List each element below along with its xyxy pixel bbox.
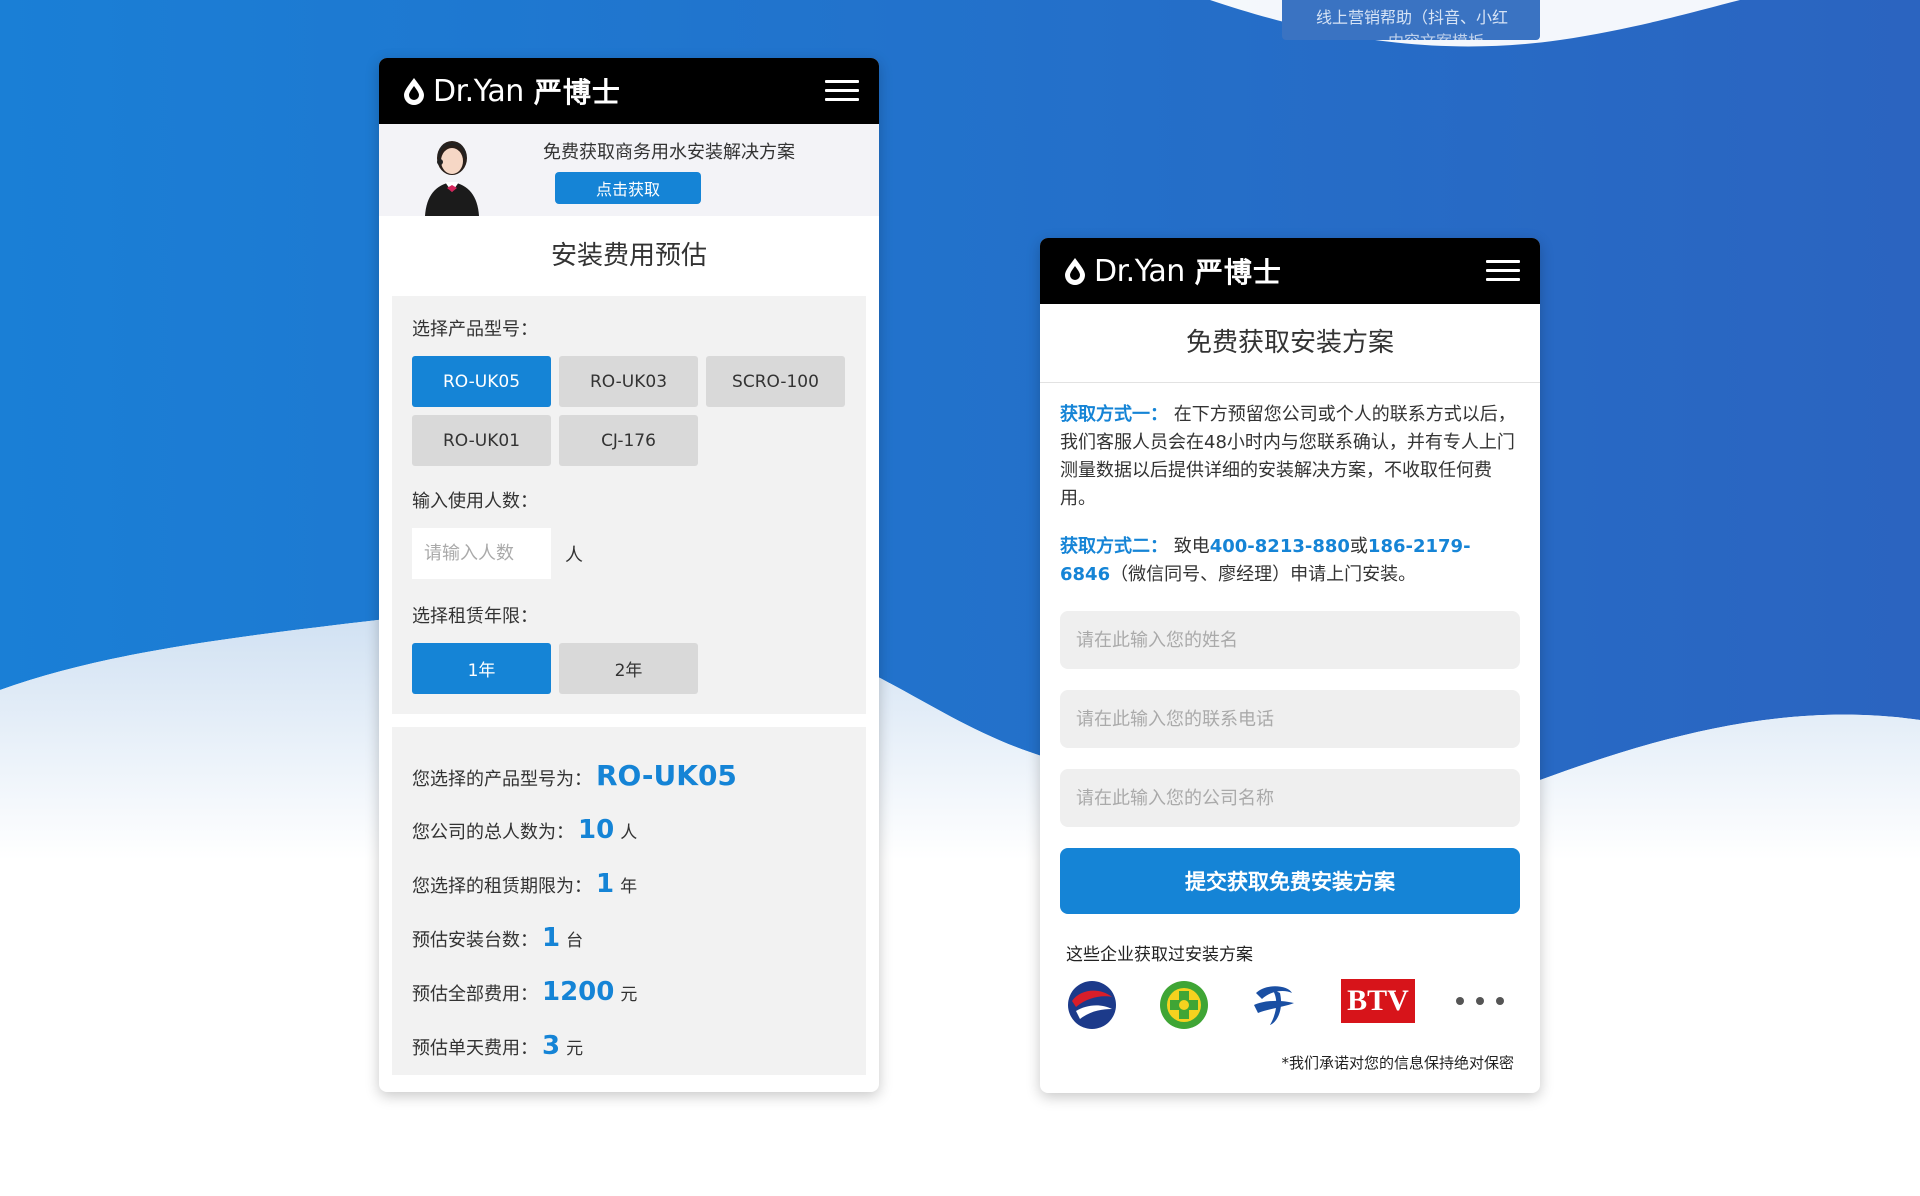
people-label: 输入使用人数：: [412, 491, 538, 512]
result-model-value: RO-UK05: [596, 759, 737, 792]
droplet-logo-icon: [1065, 258, 1085, 285]
estimator-title: 安装费用预估: [550, 241, 707, 271]
more-dots-icon[interactable]: [1454, 995, 1506, 1007]
product-option-ro-uk05[interactable]: RO-UK05: [412, 356, 551, 407]
background-note: 线上营销帮助（抖音、小红 ……、内容文案模板: [1282, 0, 1540, 40]
lease-option-2-year[interactable]: 2年: [559, 643, 698, 694]
360-logo-icon: [1160, 981, 1208, 1029]
result-panel: 您选择的产品型号为： RO-UK05 您公司的总人数为： 10 人 您选择的租赁期限为…: [392, 727, 866, 1075]
result-people-unit: 人: [620, 823, 638, 843]
get-solution-button[interactable]: 点击获取: [555, 172, 701, 204]
method-one-label: 获取方式一：: [1060, 404, 1168, 425]
method-two-or: 或: [1349, 536, 1368, 557]
hamburger-menu-icon[interactable]: [1486, 260, 1520, 282]
result-units: 预估安装台数： 1 台: [412, 911, 846, 965]
result-model-label: 您选择的产品型号为：: [412, 769, 592, 790]
logo-cn: 严博士: [533, 76, 621, 109]
result-total-value: 1200: [542, 977, 615, 1007]
promo-banner: 免费获取商务用水安装解决方案 点击获取: [379, 124, 879, 216]
logo-cn: 严博士: [1194, 256, 1282, 289]
brand-logo[interactable]: Dr.Yan 严博士: [1060, 252, 1282, 290]
logo-text: Dr.Yan: [1094, 253, 1185, 289]
background-note-line1: 线上营销帮助（抖音、小红: [1316, 8, 1509, 27]
result-lease-unit: 年: [620, 877, 638, 897]
result-total: 预估全部费用： 1200 元: [412, 965, 846, 1019]
result-people-value: 10: [578, 815, 615, 845]
contact-phone: Dr.Yan 严博士 免费获取安装方案 获取方式一： 在下方预留您公司或个人的联…: [1040, 238, 1540, 1093]
brand-logo[interactable]: Dr.Yan 严博士: [399, 72, 621, 110]
method-two-label: 获取方式二：: [1060, 536, 1168, 557]
logo-text: Dr.Yan: [433, 73, 524, 109]
droplet-logo-icon: [404, 78, 424, 105]
lease-option-1-year[interactable]: 1年: [412, 643, 551, 694]
result-lease-label: 您选择的租赁期限为：: [412, 876, 592, 897]
product-option-ro-uk03[interactable]: RO-UK03: [559, 356, 698, 407]
result-daily-value: 3: [542, 1031, 561, 1061]
result-people-label: 您公司的总人数为：: [412, 822, 574, 843]
lease-label: 选择租赁年限：: [412, 606, 538, 627]
product-options: RO-UK05 RO-UK03 SCRO-100 RO-UK01 CJ-176: [412, 356, 846, 466]
result-lease: 您选择的租赁期限为： 1 年: [412, 857, 846, 911]
result-daily-unit: 元: [566, 1039, 584, 1059]
submit-button[interactable]: 提交获取免费安装方案: [1060, 848, 1520, 914]
phone-input[interactable]: [1060, 690, 1520, 748]
product-option-scro-100[interactable]: SCRO-100: [706, 356, 845, 407]
product-option-cj-176[interactable]: CJ-176: [559, 415, 698, 466]
method-two: 获取方式二： 致电400-8213-880或186-2179-6846（微信同号…: [1040, 533, 1540, 589]
method-two-prefix: 致电: [1173, 536, 1210, 557]
company-input[interactable]: [1060, 769, 1520, 827]
result-units-label: 预估安装台数：: [412, 930, 538, 951]
background-note-line2: ……、内容文案模板: [1340, 28, 1484, 40]
method-one: 获取方式一： 在下方预留您公司或个人的联系方式以后，我们客服人员会在48小时内与…: [1040, 401, 1540, 513]
result-daily: 预估单天费用： 3 元: [412, 1019, 846, 1073]
hamburger-menu-icon[interactable]: [825, 80, 859, 102]
result-people: 您公司的总人数为： 10 人: [412, 803, 846, 857]
result-model: 您选择的产品型号为： RO-UK05: [412, 749, 846, 803]
result-daily-label: 预估单天费用：: [412, 1038, 538, 1059]
lease-options: 1年 2年: [412, 643, 846, 694]
banner-text: 免费获取商务用水安装解决方案: [543, 142, 795, 163]
background-waves: [0, 0, 1920, 1196]
customer-service-agent-icon: [425, 141, 479, 216]
people-count-input[interactable]: [412, 528, 551, 579]
people-row: 人: [412, 528, 846, 579]
privacy-note: *我们承诺对您的信息保持绝对保密: [1281, 1054, 1514, 1072]
name-input[interactable]: [1060, 611, 1520, 669]
china-telecom-logo-icon: [1254, 986, 1294, 1025]
result-lease-value: 1: [596, 869, 615, 899]
product-option-ro-uk01[interactable]: RO-UK01: [412, 415, 551, 466]
result-total-unit: 元: [620, 985, 638, 1005]
method-two-suffix: （微信同号、廖经理）申请上门安装。: [1110, 564, 1417, 585]
options-panel: 选择产品型号： RO-UK05 RO-UK03 SCRO-100 RO-UK01…: [392, 296, 866, 714]
china-eastern-logo-icon: [1068, 981, 1116, 1029]
result-units-value: 1: [542, 923, 561, 953]
people-unit: 人: [565, 544, 583, 566]
clients-title: 这些企业获取过安装方案: [1066, 945, 1253, 965]
result-total-label: 预估全部费用：: [412, 984, 538, 1005]
phone-link-1[interactable]: 400-8213-880: [1210, 536, 1350, 557]
header: Dr.Yan 严博士: [1040, 238, 1540, 304]
estimator-phone: Dr.Yan 严博士 免费获取商务用水安装解决方案 点击获取 安装费用预估 选择…: [379, 58, 879, 1092]
btv-logo-icon: BTV: [1341, 979, 1415, 1023]
product-label: 选择产品型号：: [412, 319, 538, 340]
client-logos: BTV: [1040, 979, 1540, 1049]
header: Dr.Yan 严博士: [379, 58, 879, 124]
contact-title: 免费获取安装方案: [1040, 304, 1540, 383]
result-units-unit: 台: [566, 931, 584, 951]
